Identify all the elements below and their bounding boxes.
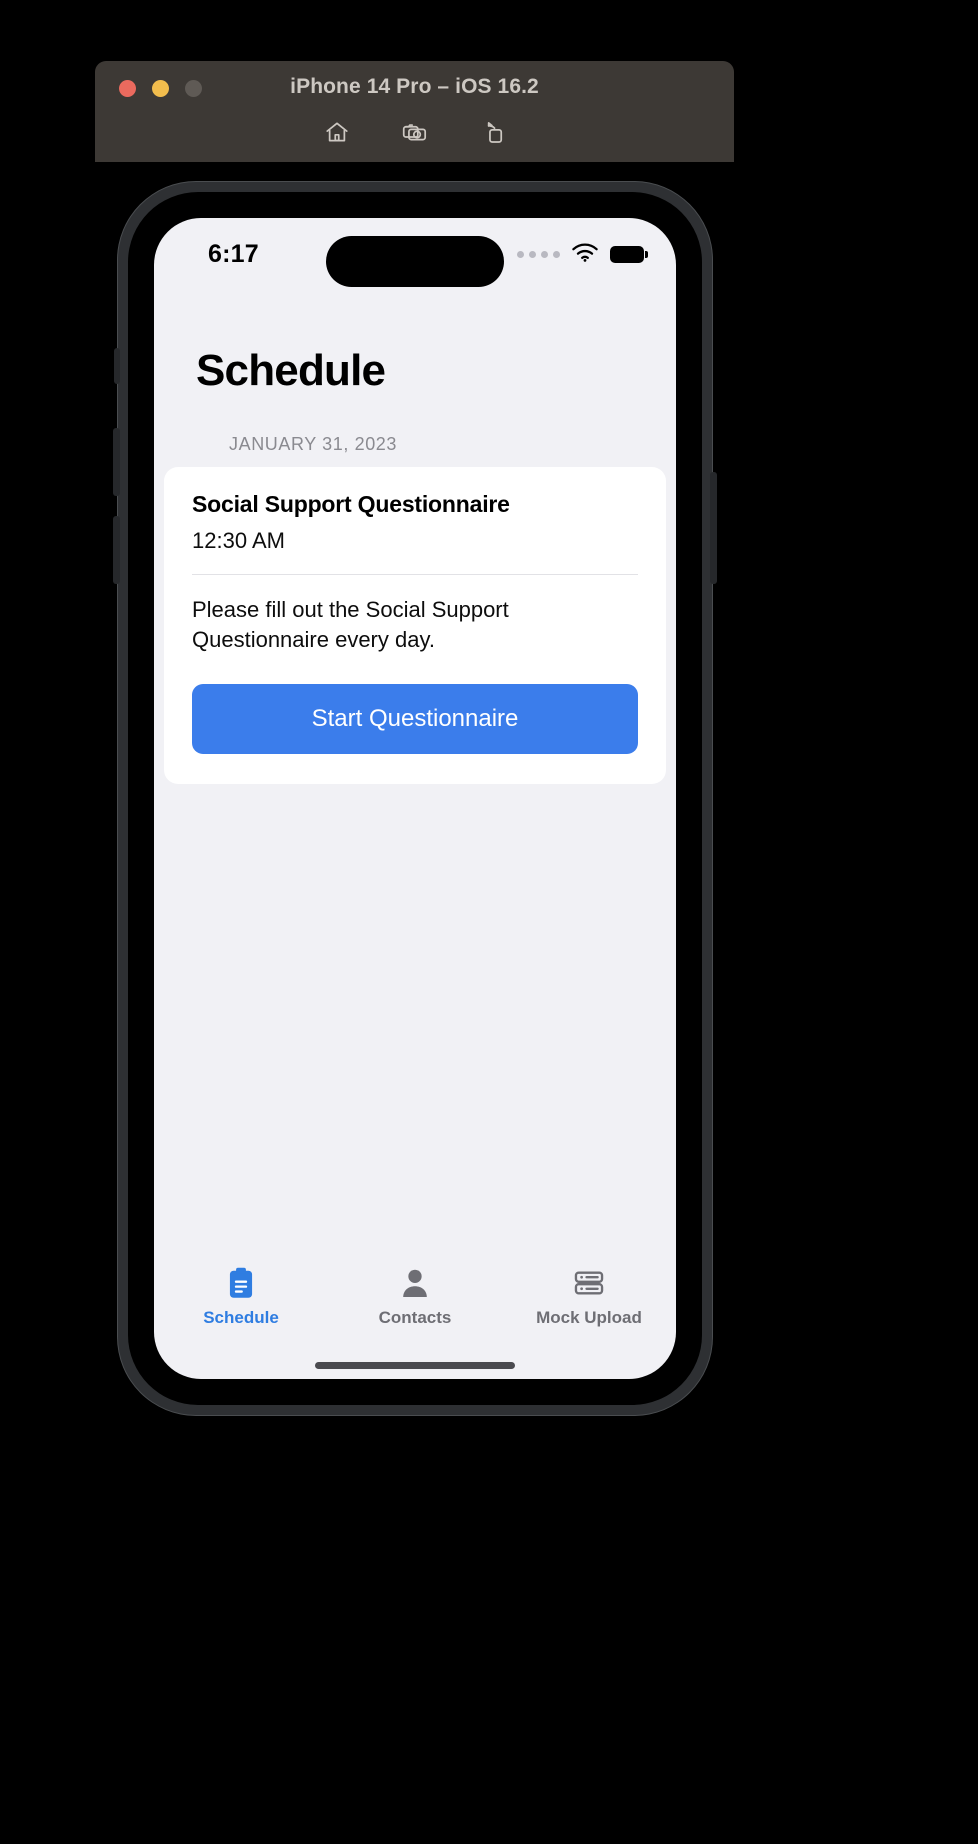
volume-up-button[interactable] (113, 428, 120, 496)
status-bar-time: 6:17 (208, 239, 259, 268)
simulator-toolbar (95, 115, 734, 149)
screenshot-root: iPhone 14 Pro – iOS 16.2 6:17 Schedule J… (0, 0, 978, 1844)
status-bar: 6:17 (154, 218, 676, 287)
wifi-icon (571, 242, 599, 267)
clipboard-icon (226, 1266, 256, 1300)
mute-switch[interactable] (114, 348, 120, 384)
tab-contacts-label: Contacts (378, 1308, 452, 1327)
volume-down-button[interactable] (113, 516, 120, 584)
power-button[interactable] (710, 472, 717, 584)
device-screen: 6:17 Schedule JANUARY 31, 2023 Social Su… (154, 218, 676, 1379)
rotate-icon (480, 119, 506, 145)
home-button[interactable] (320, 115, 354, 149)
person-icon (400, 1266, 430, 1300)
simulator-title: iPhone 14 Pro – iOS 16.2 (290, 75, 539, 98)
tab-schedule[interactable]: Schedule (166, 1266, 316, 1328)
iphone-device-frame: 6:17 Schedule JANUARY 31, 2023 Social Su… (113, 182, 717, 1415)
rotate-button[interactable] (476, 115, 510, 149)
page-title: Schedule (196, 346, 386, 395)
device-bezel: 6:17 Schedule JANUARY 31, 2023 Social Su… (128, 192, 702, 1405)
dynamic-island (326, 236, 504, 287)
app-content: Schedule JANUARY 31, 2023 Social Support… (154, 280, 676, 1379)
tab-bar: Schedule Contacts Mock Upload (154, 1250, 676, 1356)
start-questionnaire-button[interactable]: Start Questionnaire (192, 684, 638, 755)
card-divider (192, 574, 638, 575)
server-stack-icon (573, 1266, 605, 1300)
tab-mock-upload-label: Mock Upload (536, 1308, 642, 1327)
home-icon (324, 119, 350, 145)
status-bar-indicators (517, 242, 648, 267)
simulator-window-chrome: iPhone 14 Pro – iOS 16.2 (95, 61, 734, 162)
task-time: 12:30 AM (192, 528, 285, 553)
home-indicator[interactable] (315, 1362, 515, 1369)
date-section-header: JANUARY 31, 2023 (229, 434, 398, 454)
screenshot-icon (402, 119, 428, 145)
tab-mock-upload[interactable]: Mock Upload (514, 1266, 664, 1328)
task-title: Social Support Questionnaire (192, 491, 510, 517)
tab-schedule-label: Schedule (203, 1308, 279, 1327)
task-description: Please fill out the Social Support Quest… (192, 597, 509, 652)
task-card: Social Support Questionnaire 12:30 AM Pl… (164, 467, 666, 785)
cellular-dots-icon (517, 250, 560, 258)
tab-contacts[interactable]: Contacts (340, 1266, 490, 1328)
battery-full-icon (610, 245, 648, 263)
screenshot-button[interactable] (398, 115, 432, 149)
